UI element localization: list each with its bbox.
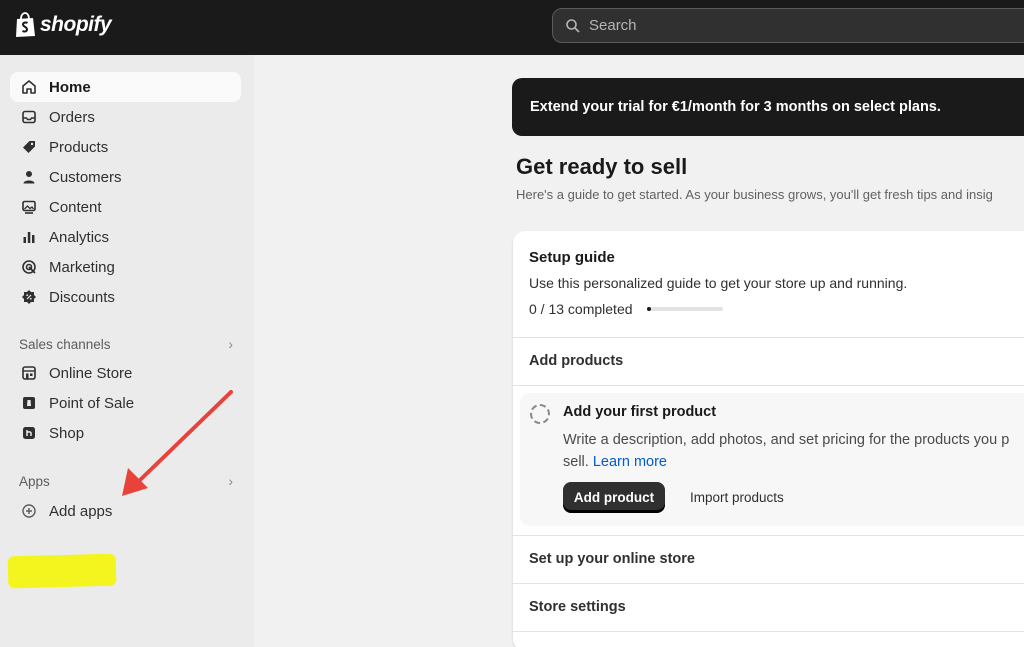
sidebar-item-products[interactable]: Products [10,132,241,162]
progress-fill [647,307,651,311]
divider [513,337,1024,338]
task-description-line: Write a description, add photos, and set… [563,432,1010,448]
tag-icon [20,138,38,156]
sidebar-item-label: Online Store [49,364,133,382]
sidebar-item-label: Customers [49,168,122,186]
divider [513,583,1024,584]
sidebar-item-label: Content [49,198,102,216]
sidebar-item-label: Home [49,78,91,96]
section-title: Apps [19,473,50,489]
add-first-product-task: Add your first product Write a descripti… [520,393,1024,526]
sidebar-item-analytics[interactable]: Analytics [10,222,241,252]
search-input[interactable]: Search [552,8,1024,43]
task-status-icon[interactable] [530,404,550,424]
task-description-cont: sell. [563,454,589,470]
sidebar-item-shop[interactable]: Shop [10,418,241,448]
task-title: Add your first product [563,404,717,420]
shop-icon [20,424,38,442]
page-subtitle: Here's a guide to get started. As your b… [516,187,993,202]
plus-circle-icon [20,502,38,520]
trial-banner: Extend your trial for €1/month for 3 mon… [512,78,1024,136]
home-icon [20,78,38,96]
target-icon [20,258,38,276]
sidebar-item-home[interactable]: Home [10,72,241,102]
brand-name: shopify [40,13,112,36]
sidebar-item-discounts[interactable]: Discounts [10,282,241,312]
add-products-section[interactable]: Add products [529,353,623,369]
pos-icon [20,394,38,412]
sidebar-item-content[interactable]: Content [10,192,241,222]
learn-more-link[interactable]: Learn more [593,454,667,470]
setup-guide-title: Setup guide [529,249,615,266]
add-product-button[interactable]: Add product [563,482,665,512]
sidebar-item-label: Point of Sale [49,394,135,412]
sidebar-item-point-of-sale[interactable]: Point of Sale [10,388,241,418]
discount-icon [20,288,38,306]
sidebar: Home Orders Products Customers Content A… [0,55,254,647]
search-placeholder: Search [589,17,637,34]
online-store-section[interactable]: Set up your online store [529,551,695,567]
setup-guide-description: Use this personalized guide to get your … [529,275,908,291]
sidebar-item-label: Orders [49,108,95,126]
sidebar-item-customers[interactable]: Customers [10,162,241,192]
sidebar-item-online-store[interactable]: Online Store [10,358,241,388]
sidebar-item-label: Products [49,138,109,156]
sidebar-item-label: Marketing [49,258,115,276]
shopify-logo[interactable]: shopify [14,12,112,38]
sidebar-item-label: Discounts [49,288,115,306]
import-products-button[interactable]: Import products [690,490,784,505]
sidebar-item-marketing[interactable]: Marketing [10,252,241,282]
sales-channels-header[interactable]: Sales channels › [19,334,241,354]
top-bar: shopify Search [0,0,1024,55]
progress-text: 0 / 13 completed [529,301,633,317]
search-icon [566,18,580,33]
banner-text: Extend your trial for €1/month for 3 mon… [530,99,941,115]
apps-header[interactable]: Apps › [19,471,241,491]
divider [513,631,1024,632]
inbox-icon [20,108,38,126]
sidebar-item-orders[interactable]: Orders [10,102,241,132]
section-title: Sales channels [19,336,111,352]
task-description: Write a description, add photos, and set… [563,429,1024,473]
divider [513,535,1024,536]
person-icon [20,168,38,186]
shopify-bag-icon [16,12,35,37]
store-icon [20,364,38,382]
chevron-right-icon: › [228,336,233,352]
page-title: Get ready to sell [516,154,688,179]
sidebar-item-label: Shop [49,424,85,442]
image-icon [20,198,38,216]
highlight-marker [7,553,117,589]
bar-chart-icon [20,228,38,246]
divider [513,385,1024,386]
sidebar-item-label: Analytics [49,228,110,246]
chevron-right-icon: › [228,473,233,489]
add-apps-button[interactable]: Add apps [10,496,241,526]
setup-guide-card: Setup guide Use this personalized guide … [513,231,1024,647]
store-settings-section[interactable]: Store settings [529,599,626,615]
sidebar-item-label: Add apps [49,502,113,520]
progress-bar [647,307,723,311]
